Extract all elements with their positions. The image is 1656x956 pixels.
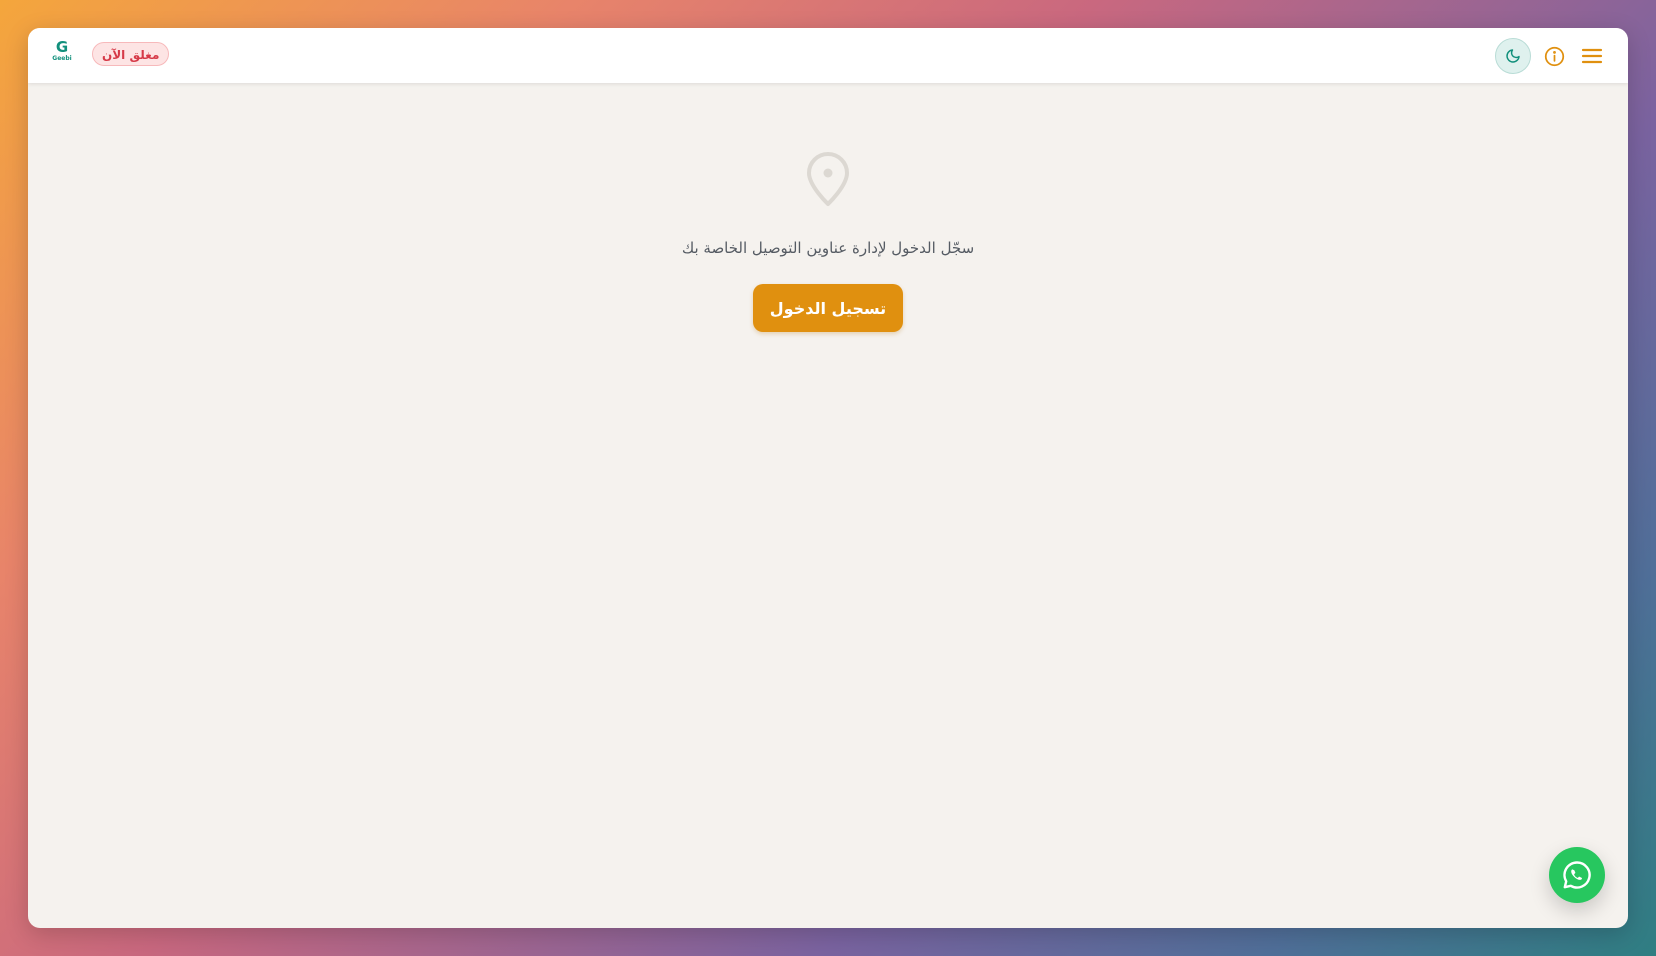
brand-logo[interactable]: G Geebi: [50, 40, 74, 70]
app-window: G Geebi مغلق الآن سجّل الدخول لإدارة عنا…: [28, 28, 1628, 928]
menu-button[interactable]: [1581, 46, 1603, 66]
theme-toggle-button[interactable]: [1495, 38, 1531, 74]
info-button[interactable]: [1543, 45, 1565, 67]
top-bar: G Geebi مغلق الآن: [28, 28, 1628, 83]
logo-wordmark: Geebi: [52, 55, 72, 62]
hamburger-menu-icon: [1581, 48, 1603, 64]
login-button[interactable]: تسجيل الدخول: [753, 284, 903, 332]
login-prompt-message: سجّل الدخول لإدارة عناوين التوصيل الخاصة…: [681, 239, 975, 257]
whatsapp-icon: [1563, 861, 1591, 889]
moon-icon: [1506, 49, 1520, 63]
whatsapp-chat-button[interactable]: [1549, 847, 1605, 903]
info-icon: [1544, 46, 1564, 66]
logo-mark: G: [55, 38, 69, 56]
store-status-badge: مغلق الآن: [92, 42, 170, 66]
main-content: سجّل الدخول لإدارة عناوين التوصيل الخاصة…: [28, 83, 1628, 928]
map-pin-icon: [807, 152, 849, 206]
